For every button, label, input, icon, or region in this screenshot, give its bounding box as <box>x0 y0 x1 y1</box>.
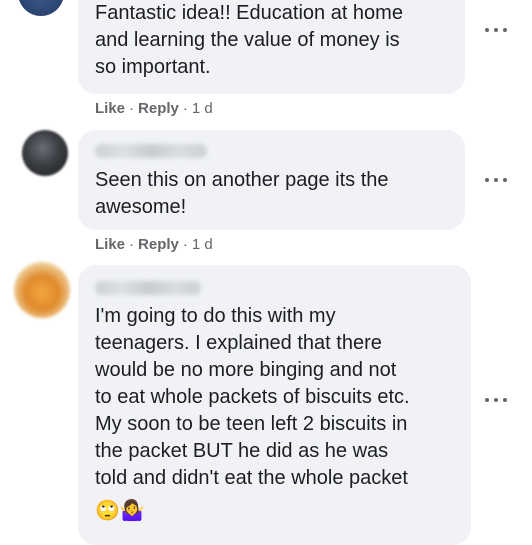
like-link[interactable]: Like <box>95 100 125 117</box>
comment-bubble: Seen this on another page its the awesom… <box>78 130 465 230</box>
commenter-avatar[interactable] <box>22 130 68 176</box>
comment-actions: Like · Reply · 1 d <box>95 100 213 117</box>
commenter-avatar[interactable] <box>18 0 64 16</box>
separator: · <box>182 100 188 117</box>
comment-emojis: 🙄🤷‍♀️ <box>95 500 145 522</box>
commenter-avatar[interactable] <box>14 262 70 318</box>
commenter-name[interactable] <box>95 144 207 158</box>
timestamp[interactable]: 1 d <box>192 236 213 253</box>
more-options-icon[interactable] <box>485 25 507 35</box>
separator: · <box>129 100 135 117</box>
separator: · <box>182 236 188 253</box>
timestamp[interactable]: 1 d <box>192 100 213 117</box>
comment-text: Fantastic idea!! Education at home and l… <box>95 2 403 78</box>
comment-actions: Like · Reply · 1 d <box>95 236 213 253</box>
comment-text: I'm going to do this with my teenagers. … <box>95 305 410 489</box>
comment-bubble: Fantastic idea!! Education at home and l… <box>78 0 465 94</box>
more-options-icon[interactable] <box>485 395 507 405</box>
like-link[interactable]: Like <box>95 236 125 253</box>
commenter-name[interactable] <box>95 281 201 295</box>
separator: · <box>129 236 135 253</box>
reply-link[interactable]: Reply <box>138 100 179 117</box>
reply-link[interactable]: Reply <box>138 236 179 253</box>
comment-bubble: I'm going to do this with my teenagers. … <box>78 265 471 545</box>
comment-text: Seen this on another page its the awesom… <box>95 169 389 218</box>
more-options-icon[interactable] <box>485 175 507 185</box>
